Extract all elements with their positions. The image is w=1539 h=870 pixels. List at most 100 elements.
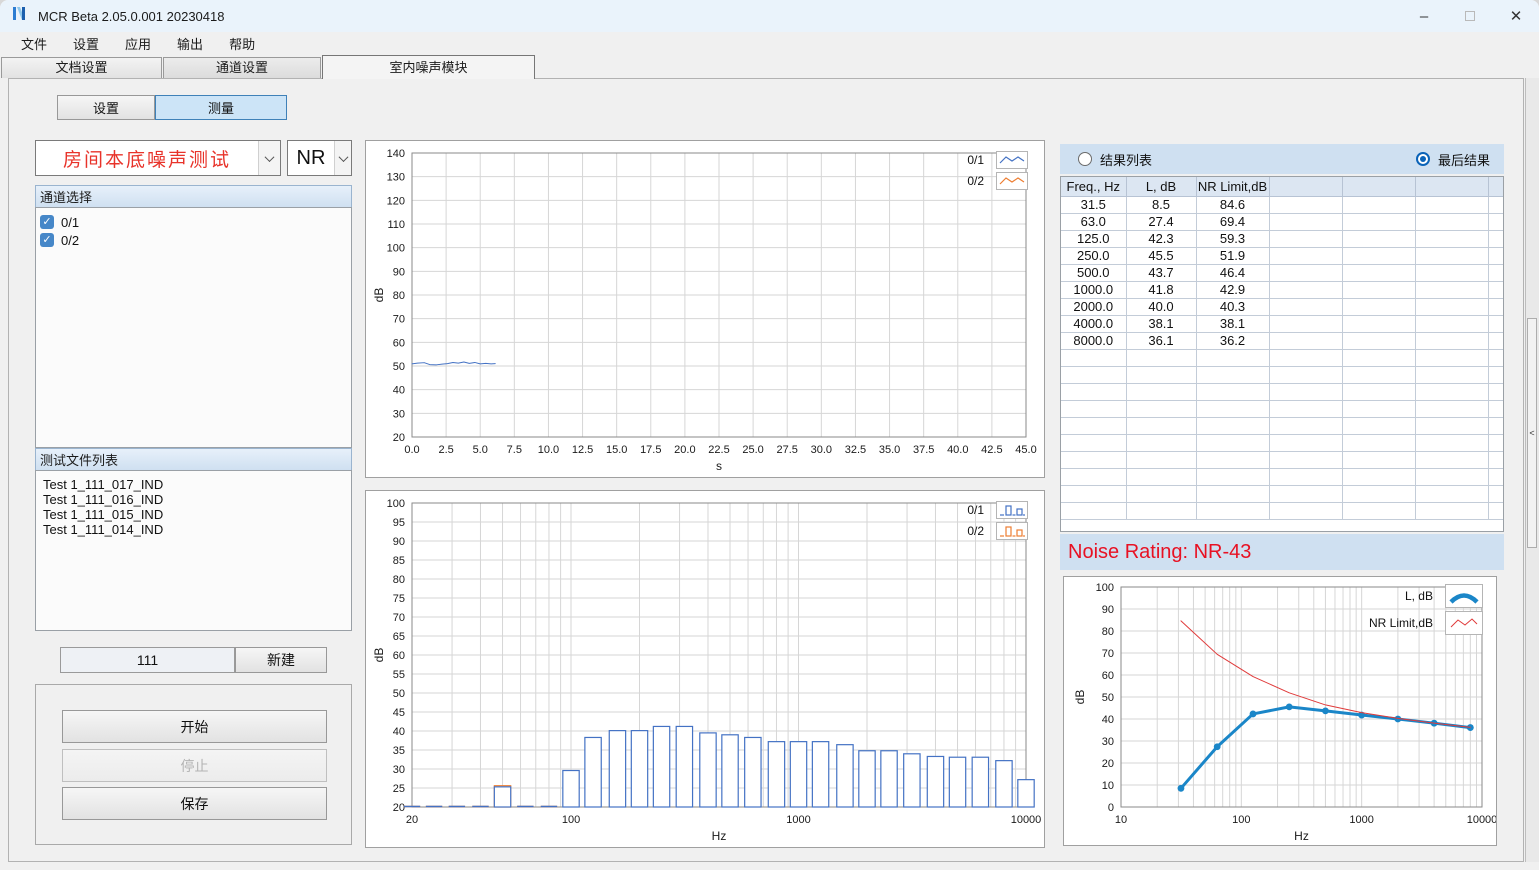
menu-item-settings[interactable]: 设置 bbox=[60, 32, 112, 55]
table-row[interactable] bbox=[1061, 434, 1504, 451]
table-row[interactable] bbox=[1061, 417, 1504, 434]
table-row[interactable]: 4000.038.138.1 bbox=[1061, 315, 1504, 332]
table-cell: 36.2 bbox=[1196, 332, 1269, 349]
test-file-item[interactable]: Test 1_111_015_IND bbox=[43, 507, 351, 522]
table-cell bbox=[1269, 298, 1342, 315]
legend-entry: 0/1 bbox=[967, 501, 1028, 519]
table-cell bbox=[1269, 247, 1342, 264]
menu-item-apply[interactable]: 应用 bbox=[112, 32, 164, 55]
maximize-button[interactable] bbox=[1447, 0, 1493, 32]
menu-item-help[interactable]: 帮助 bbox=[216, 32, 268, 55]
radio-selected-icon[interactable] bbox=[1416, 152, 1430, 166]
close-button[interactable]: ✕ bbox=[1493, 0, 1539, 32]
table-cell bbox=[1061, 502, 1126, 519]
svg-text:10.0: 10.0 bbox=[538, 444, 559, 456]
tab-channel-settings[interactable]: 通道设置 bbox=[163, 57, 321, 78]
tab-document-settings[interactable]: 文档设置 bbox=[1, 57, 162, 78]
start-button[interactable]: 开始 bbox=[62, 710, 327, 743]
table-cell bbox=[1488, 485, 1504, 502]
table-cell: 4000.0 bbox=[1061, 315, 1126, 332]
menu-item-file[interactable]: 文件 bbox=[8, 32, 60, 55]
test-file-item[interactable]: Test 1_111_014_IND bbox=[43, 522, 351, 537]
checkbox-checked-icon[interactable]: ✓ bbox=[40, 215, 54, 229]
table-cell bbox=[1488, 281, 1504, 298]
table-cell bbox=[1488, 332, 1504, 349]
table-cell bbox=[1488, 468, 1504, 485]
table-cell bbox=[1126, 417, 1196, 434]
svg-text:60: 60 bbox=[393, 650, 405, 662]
table-row[interactable]: 1000.041.842.9 bbox=[1061, 281, 1504, 298]
result-list-radio[interactable]: 结果列表 bbox=[1078, 150, 1152, 169]
test-type-combobox[interactable]: 房间本底噪声测试 bbox=[35, 140, 281, 176]
legend-label: 0/2 bbox=[967, 524, 984, 538]
table-row[interactable] bbox=[1061, 349, 1504, 366]
table-cell bbox=[1269, 434, 1342, 451]
channel-item[interactable]: ✓0/1 bbox=[40, 213, 347, 231]
table-header-cell bbox=[1269, 177, 1342, 196]
table-row[interactable]: 125.042.359.3 bbox=[1061, 230, 1504, 247]
rating-type-combobox[interactable]: NR bbox=[287, 140, 352, 176]
test-file-item[interactable]: Test 1_111_017_IND bbox=[43, 477, 351, 492]
table-cell bbox=[1269, 502, 1342, 519]
tab-indoor-noise-module[interactable]: 室内噪声模块 bbox=[322, 55, 535, 79]
table-row[interactable]: 31.58.584.6 bbox=[1061, 196, 1504, 213]
third-octave-spectrum-svg: 2025303540455055606570758085909510020100… bbox=[366, 491, 1044, 847]
table-cell bbox=[1269, 230, 1342, 247]
table-row[interactable]: 63.027.469.4 bbox=[1061, 213, 1504, 230]
table-row[interactable] bbox=[1061, 366, 1504, 383]
save-button[interactable]: 保存 bbox=[62, 787, 327, 820]
table-row[interactable] bbox=[1061, 451, 1504, 468]
table-row[interactable]: 8000.036.136.2 bbox=[1061, 332, 1504, 349]
radio-icon[interactable] bbox=[1078, 152, 1092, 166]
panel-expander[interactable]: < bbox=[1527, 318, 1537, 548]
table-cell bbox=[1415, 485, 1488, 502]
subtab-measure-button[interactable]: 测量 bbox=[155, 95, 287, 120]
table-cell bbox=[1269, 366, 1342, 383]
table-cell bbox=[1488, 196, 1504, 213]
minimize-button[interactable]: – bbox=[1401, 0, 1447, 32]
svg-text:50: 50 bbox=[393, 361, 405, 373]
table-row[interactable]: 250.045.551.9 bbox=[1061, 247, 1504, 264]
table-cell bbox=[1342, 417, 1415, 434]
table-cell: 59.3 bbox=[1196, 230, 1269, 247]
subtab-settings-button[interactable]: 设置 bbox=[57, 95, 155, 120]
test-file-item[interactable]: Test 1_111_016_IND bbox=[43, 492, 351, 507]
table-row[interactable] bbox=[1061, 383, 1504, 400]
table-header-cell: NR Limit,dB bbox=[1196, 177, 1269, 196]
table-cell bbox=[1342, 383, 1415, 400]
svg-text:20: 20 bbox=[406, 814, 418, 826]
table-cell bbox=[1269, 315, 1342, 332]
table-cell bbox=[1342, 468, 1415, 485]
table-row[interactable] bbox=[1061, 400, 1504, 417]
table-row[interactable] bbox=[1061, 468, 1504, 485]
chevron-down-icon[interactable] bbox=[258, 141, 280, 175]
table-cell bbox=[1342, 366, 1415, 383]
svg-text:90: 90 bbox=[1102, 604, 1114, 616]
table-cell bbox=[1488, 400, 1504, 417]
table-row[interactable]: 500.043.746.4 bbox=[1061, 264, 1504, 281]
table-row[interactable] bbox=[1061, 502, 1504, 519]
channel-label: 0/2 bbox=[61, 233, 79, 248]
channel-item[interactable]: ✓ 0/2 bbox=[40, 231, 347, 249]
table-cell: 40.0 bbox=[1126, 298, 1196, 315]
table-cell bbox=[1415, 281, 1488, 298]
new-button[interactable]: 新建 bbox=[235, 647, 327, 673]
table-cell: 41.8 bbox=[1126, 281, 1196, 298]
svg-text:50: 50 bbox=[1102, 692, 1114, 704]
results-table[interactable]: Freq., HzL, dBNR Limit,dB31.58.584.663.0… bbox=[1061, 177, 1504, 520]
table-row[interactable]: 2000.040.040.3 bbox=[1061, 298, 1504, 315]
table-row[interactable] bbox=[1061, 485, 1504, 502]
svg-text:dB: dB bbox=[1073, 690, 1087, 705]
menu-item-output[interactable]: 输出 bbox=[164, 32, 216, 55]
chevron-down-icon[interactable] bbox=[334, 141, 351, 175]
table-cell: 8.5 bbox=[1126, 196, 1196, 213]
test-name-input[interactable] bbox=[60, 647, 235, 673]
channel-list: ✓0/1✓0/2 bbox=[35, 207, 352, 448]
table-header-cell: L, dB bbox=[1126, 177, 1196, 196]
last-result-radio[interactable]: 最后结果 bbox=[1416, 150, 1490, 169]
table-cell bbox=[1061, 400, 1126, 417]
checkbox-checked-icon[interactable]: ✓ bbox=[40, 233, 54, 247]
legend-entry: 0/2 bbox=[967, 522, 1028, 540]
table-header-cell bbox=[1415, 177, 1488, 196]
table-cell: 1000.0 bbox=[1061, 281, 1126, 298]
